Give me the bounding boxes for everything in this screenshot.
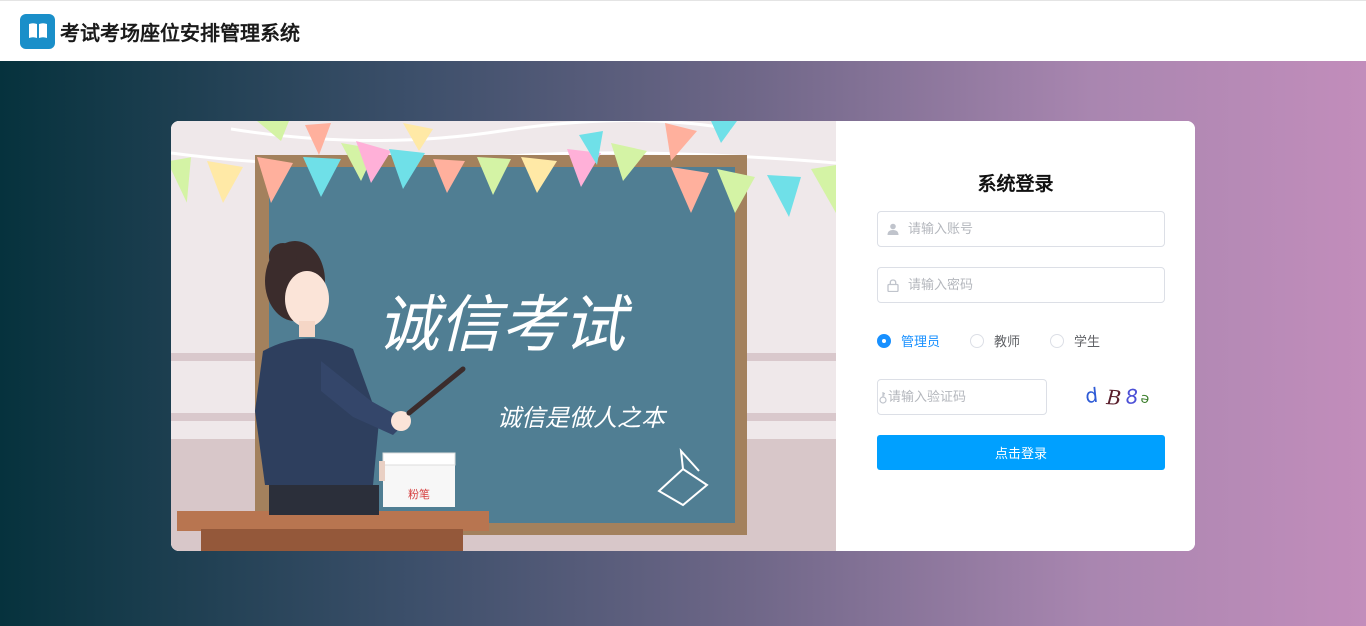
role-option-admin[interactable]: 管理员 bbox=[877, 331, 940, 350]
lock-icon bbox=[878, 268, 908, 302]
role-option-student[interactable]: 学生 bbox=[1050, 331, 1100, 350]
login-card: 诚信考试 诚信是做人之本 粉笔 系统登录 请输入账号 管理员 教师 学生 请输入… bbox=[171, 121, 1195, 551]
login-background: 诚信考试 诚信是做人之本 粉笔 系统登录 请输入账号 管理员 教师 学生 请输入… bbox=[0, 61, 1366, 626]
role-radio-group: 管理员 教师 学生 bbox=[877, 331, 1130, 350]
role-option-teacher[interactable]: 教师 bbox=[970, 331, 1020, 350]
integrity-exam-illustration: 诚信考试 诚信是做人之本 粉笔 bbox=[171, 121, 836, 551]
captcha-image[interactable]: d B 8 ə bbox=[1064, 379, 1164, 415]
role-label: 教师 bbox=[994, 335, 1021, 350]
svg-text:ə: ə bbox=[1139, 390, 1150, 407]
role-label: 管理员 bbox=[901, 335, 941, 350]
radio-selected-icon[interactable] bbox=[877, 333, 891, 348]
password-input[interactable] bbox=[908, 269, 1164, 301]
user-icon bbox=[878, 212, 908, 246]
captcha-field[interactable] bbox=[877, 379, 1058, 415]
app-title: 考试考场座位安排管理系统 bbox=[60, 20, 300, 45]
login-title: 系统登录 bbox=[977, 173, 1054, 195]
chalk-box-label: 粉笔 bbox=[408, 487, 430, 501]
captcha-input[interactable] bbox=[888, 381, 1058, 413]
radio-unselected-icon[interactable] bbox=[970, 333, 985, 348]
top-header: 考试考场座位安排管理系统 bbox=[0, 0, 1366, 61]
svg-text:d: d bbox=[1084, 383, 1099, 408]
account-input[interactable] bbox=[908, 213, 1164, 245]
book-icon bbox=[20, 13, 55, 49]
svg-text:B: B bbox=[1105, 385, 1122, 410]
svg-text:8: 8 bbox=[1125, 384, 1139, 409]
key-icon bbox=[878, 380, 888, 414]
role-label: 学生 bbox=[1074, 335, 1101, 350]
password-field[interactable] bbox=[877, 267, 1165, 303]
radio-unselected-icon[interactable] bbox=[1050, 333, 1065, 348]
board-title-text: 诚信考试 bbox=[377, 288, 633, 361]
board-subtitle-text: 诚信是做人之本 bbox=[497, 404, 668, 432]
account-field[interactable] bbox=[877, 211, 1165, 247]
login-button[interactable]: 点击登录 bbox=[877, 435, 1165, 470]
login-panel: 系统登录 管理员 教师 bbox=[836, 121, 1195, 551]
